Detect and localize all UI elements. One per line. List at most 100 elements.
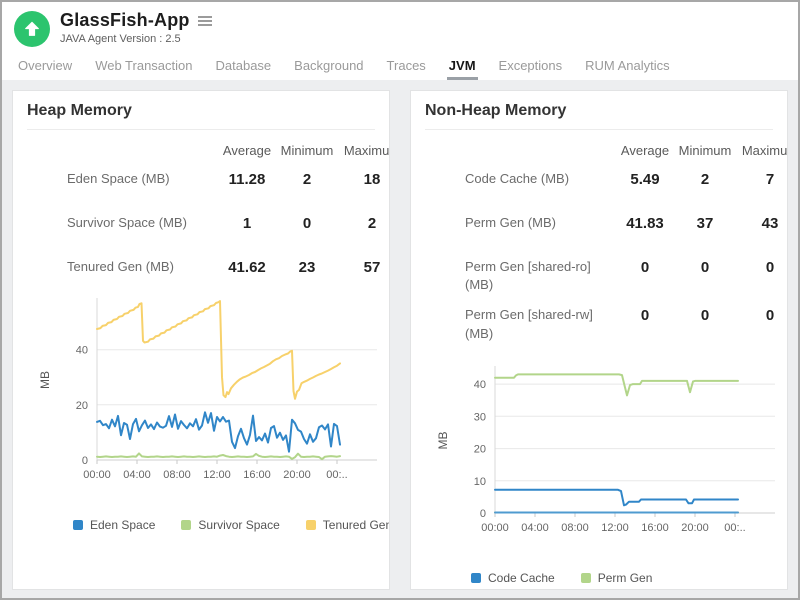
y-tick-label: 0 — [480, 508, 486, 520]
x-tick-label: 20:00 — [283, 469, 311, 481]
tab-rum-analytics[interactable]: RUM Analytics — [583, 58, 672, 80]
chart-legend: Code CachePerm GenPerm Gen [shared-ro]Pe… — [471, 571, 787, 590]
value-minimum: 23 — [277, 258, 337, 278]
value-minimum: 0 — [675, 306, 735, 326]
legend-item-code-cache[interactable]: Code Cache — [471, 571, 555, 585]
value-average: 1 — [217, 214, 277, 234]
row-label: Perm Gen (MB) — [465, 214, 615, 232]
legend-item-tenured-gen[interactable]: Tenured Gen — [306, 518, 390, 532]
panel-title: Non-Heap Memory — [425, 102, 773, 120]
value-maximum: 18 — [337, 170, 389, 190]
y-tick-label: 0 — [82, 455, 88, 467]
menu-icon[interactable] — [196, 13, 214, 29]
x-tick-label: 00:.. — [724, 522, 745, 534]
table-row-code-cache-mb: Code Cache (MB)5.4927 — [465, 158, 787, 202]
x-tick-label: 04:00 — [123, 469, 151, 481]
value-average: 41.62 — [217, 258, 277, 278]
value-maximum: 43 — [735, 214, 787, 234]
stats-table: AverageMinimumMaximumCode Cache (MB)5.49… — [465, 130, 787, 343]
stats-table: AverageMinimumMaximumEden Space (MB)11.2… — [67, 130, 389, 290]
x-tick-label: 20:00 — [681, 522, 709, 534]
value-average: 5.49 — [615, 170, 675, 190]
content-area: Heap Memory AverageMinimumMaximumEden Sp… — [2, 80, 798, 598]
row-label: Survivor Space (MB) — [67, 214, 217, 232]
legend-swatch — [471, 573, 481, 583]
value-maximum: 7 — [735, 170, 787, 190]
value-minimum: 0 — [277, 214, 337, 234]
value-maximum: 2 — [337, 214, 389, 234]
row-label: Perm Gen [shared-rw] (MB) — [465, 306, 615, 342]
tab-jvm[interactable]: JVM — [447, 58, 478, 80]
column-header-minimum: Minimum — [277, 143, 337, 158]
legend-label: Code Cache — [488, 571, 555, 585]
legend-item-eden-space[interactable]: Eden Space — [73, 518, 155, 532]
series-line-code-cache — [495, 490, 738, 506]
y-tick-label: 10 — [474, 476, 486, 488]
line-chart: 0 10 20 30 40 00:00 04:00 08:00 12:00 16:00 20:00 0… — [415, 345, 783, 541]
x-tick-label: 16:00 — [641, 522, 669, 534]
tab-traces[interactable]: Traces — [385, 58, 428, 80]
tab-exceptions[interactable]: Exceptions — [497, 58, 565, 80]
x-tick-label: 00:00 — [481, 522, 509, 534]
legend-label: Tenured Gen — [323, 518, 390, 532]
legend-swatch — [181, 520, 191, 530]
value-minimum: 2 — [277, 170, 337, 190]
column-header-maximum: Maximum — [735, 143, 787, 158]
series-line-survivor-space — [97, 453, 340, 459]
tab-overview[interactable]: Overview — [16, 58, 74, 80]
x-tick-label: 16:00 — [243, 469, 271, 481]
row-label: Code Cache (MB) — [465, 170, 615, 188]
line-chart: 0 20 40 00:00 04:00 08:00 12:00 16:00 20:00 00:..… — [17, 292, 385, 488]
table-header-row: AverageMinimumMaximum — [67, 143, 389, 158]
status-up-icon — [14, 11, 50, 47]
table-row-survivor-space-mb: Survivor Space (MB)102 — [67, 202, 389, 246]
x-tick-label: 00:.. — [326, 469, 347, 481]
legend-item-survivor-space[interactable]: Survivor Space — [181, 518, 279, 532]
table-row-perm-gen-shared-ro-mb: Perm Gen [shared-ro] (MB)000 — [465, 246, 787, 294]
tab-web-transaction[interactable]: Web Transaction — [93, 58, 194, 80]
table-row-eden-space-mb: Eden Space (MB)11.28218 — [67, 158, 389, 202]
tab-background[interactable]: Background — [292, 58, 365, 80]
value-maximum: 0 — [735, 306, 787, 326]
chart-legend: Eden Space Survivor Space Tenured Gen — [73, 518, 389, 532]
column-header-average: Average — [217, 143, 277, 158]
y-tick-label: 20 — [474, 443, 486, 455]
column-header-minimum: Minimum — [675, 143, 735, 158]
value-average: 41.83 — [615, 214, 675, 234]
panel-non-heap-memory: Non-Heap Memory AverageMinimumMaximumCod… — [410, 90, 788, 590]
app-header: GlassFish-App JAVA Agent Version : 2.5 — [2, 2, 798, 49]
legend-swatch — [73, 520, 83, 530]
legend-item-perm-gen[interactable]: Perm Gen — [581, 571, 653, 585]
value-average: 0 — [615, 306, 675, 326]
panel-heap-memory: Heap Memory AverageMinimumMaximumEden Sp… — [12, 90, 390, 590]
y-tick-label: 40 — [474, 379, 486, 391]
column-header-maximum: Maximum — [337, 143, 389, 158]
series-line-eden-space — [97, 412, 340, 451]
x-tick-label: 08:00 — [163, 469, 191, 481]
y-tick-label: 20 — [76, 400, 88, 412]
y-axis-title: MB — [436, 431, 450, 449]
y-tick-label: 40 — [76, 345, 88, 357]
table-row-tenured-gen-mb: Tenured Gen (MB)41.622357 — [67, 246, 389, 290]
tab-database[interactable]: Database — [214, 58, 274, 80]
panel-title: Heap Memory — [27, 102, 375, 120]
value-minimum: 37 — [675, 214, 735, 234]
legend-label: Survivor Space — [198, 518, 279, 532]
y-axis-title: MB — [38, 371, 52, 389]
x-tick-label: 04:00 — [521, 522, 549, 534]
row-label: Perm Gen [shared-ro] (MB) — [465, 258, 615, 294]
x-tick-label: 00:00 — [83, 469, 111, 481]
tab-bar: Overview Web Transaction Database Backgroun… — [2, 49, 798, 80]
row-label: Tenured Gen (MB) — [67, 258, 217, 276]
app-window: GlassFish-App JAVA Agent Version : 2.5 O… — [0, 0, 800, 600]
value-minimum: 2 — [675, 170, 735, 190]
row-label: Eden Space (MB) — [67, 170, 217, 188]
legend-swatch — [581, 573, 591, 583]
x-tick-label: 12:00 — [601, 522, 629, 534]
x-tick-label: 08:00 — [561, 522, 589, 534]
app-title: GlassFish-App — [60, 10, 190, 31]
y-tick-label: 30 — [474, 411, 486, 423]
value-maximum: 57 — [337, 258, 389, 278]
x-tick-label: 12:00 — [203, 469, 231, 481]
table-row-perm-gen-mb: Perm Gen (MB)41.833743 — [465, 202, 787, 246]
